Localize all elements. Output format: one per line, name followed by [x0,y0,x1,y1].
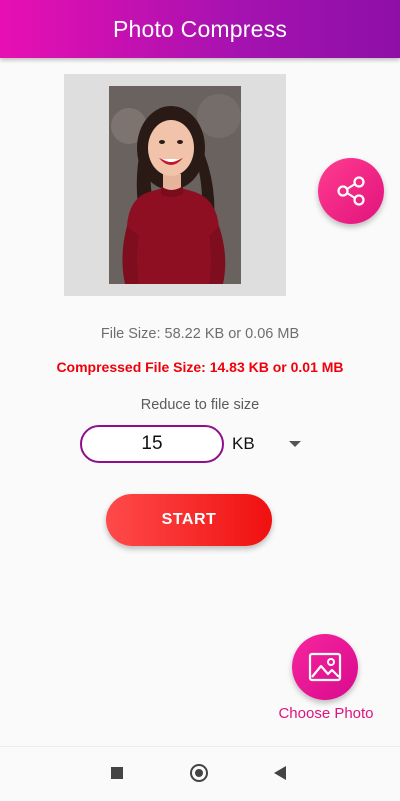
portrait-image [109,86,241,284]
square-icon[interactable] [111,767,123,779]
target-size-input[interactable]: 15 [80,425,224,463]
dropdown-arrow-icon [289,441,301,447]
app-title: Photo Compress [112,15,288,42]
circle-icon[interactable] [190,764,208,782]
photo-preview [109,86,241,284]
compressed-file-size: Compressed File Size: 14.83 KB or 0.01 M… [56,359,344,375]
system-nav-bar [0,746,400,801]
unit-selected: KB [232,434,255,453]
original-file-size: File Size: 58.22 KB or 0.06 MB [100,326,300,342]
target-size-value: 15 [141,433,163,454]
choose-photo-label[interactable]: Choose Photo [266,705,386,722]
reduce-size-label: Reduce to file size [140,397,260,413]
photo-preview-frame [64,74,286,296]
start-button[interactable]: START [106,494,272,546]
triangle-back-icon[interactable] [274,766,286,780]
share-button[interactable] [318,158,384,224]
start-button-label: START [161,511,217,528]
share-icon [337,176,365,206]
image-icon [308,652,342,682]
choose-photo-button[interactable] [292,634,358,700]
app-bar: Photo Compress [0,0,400,58]
unit-dropdown[interactable]: KB [232,432,312,456]
